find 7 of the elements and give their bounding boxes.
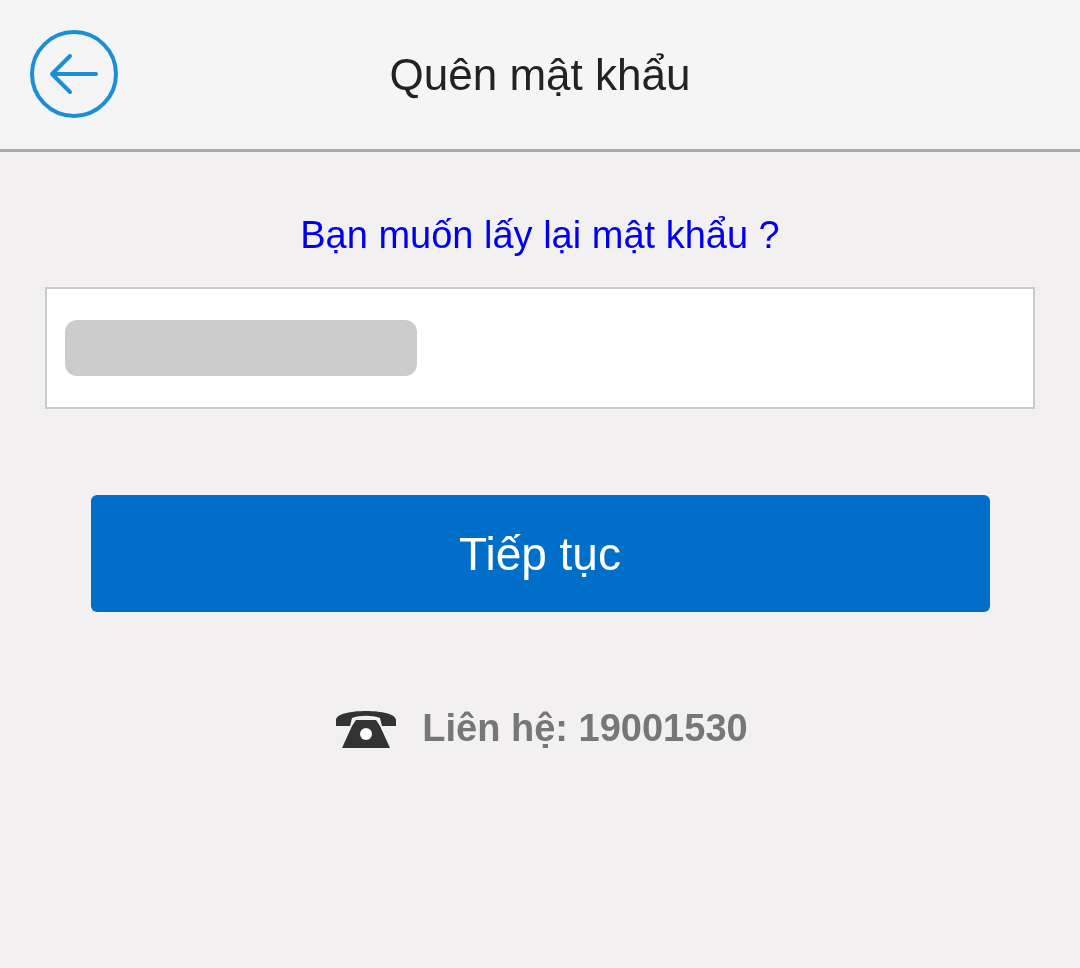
back-icon <box>28 28 120 120</box>
prompt-text: Bạn muốn lấy lại mật khẩu ? <box>300 214 780 257</box>
continue-button[interactable]: Tiếp tục <box>90 495 990 612</box>
back-button[interactable] <box>28 28 120 120</box>
contact-text: Liên hệ: 19001530 <box>422 706 748 750</box>
window-title: Quên mật khẩu <box>389 49 691 100</box>
input-field[interactable] <box>45 287 1035 409</box>
